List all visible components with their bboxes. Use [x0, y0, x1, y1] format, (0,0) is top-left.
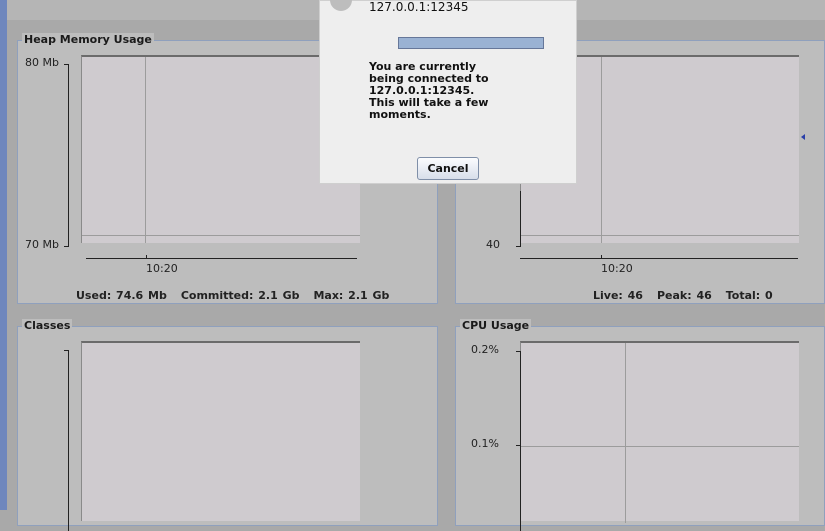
threads-total: Total: 0	[725, 289, 773, 302]
heap-max: Max: 2.1 Gb	[313, 289, 390, 302]
heap-committed: Committed: 2.1 Gb	[180, 289, 300, 302]
cpu-usage-plot	[520, 341, 799, 523]
heap-memory-title: Heap Memory Usage	[22, 33, 154, 47]
heap-x-tick-label: 10:20	[146, 262, 178, 275]
connection-progress-bar	[398, 37, 544, 49]
info-icon	[330, 0, 352, 11]
threads-stats: Live: 46 Peak: 46 Total: 0	[593, 289, 787, 302]
heap-y-label-bottom: 70 Mb	[25, 238, 59, 251]
dialog-address: 127.0.0.1:12345	[369, 0, 469, 14]
threads-y-label-bottom: 40	[486, 238, 500, 251]
threads-peak: Peak: 46	[656, 289, 712, 302]
scroll-marker-icon	[801, 134, 805, 140]
heap-used: Used: 74.6 Mb	[76, 289, 167, 302]
cpu-usage-title: CPU Usage	[460, 319, 532, 333]
connecting-dialog: 127.0.0.1:12345 You are currently being …	[319, 0, 577, 184]
dialog-message: You are currently being connected to 127…	[369, 60, 489, 121]
classes-title: Classes	[22, 319, 73, 333]
heap-y-label-top: 80 Mb	[25, 56, 59, 69]
cpu-y-label-mid: 0.1%	[471, 437, 499, 450]
classes-panel: Classes	[17, 319, 438, 531]
heap-stats: Used: 74.6 Mb Committed: 2.1 Gb Max: 2.1 G…	[76, 289, 403, 302]
threads-x-tick-label: 10:20	[601, 262, 633, 275]
cpu-y-label-top: 0.2%	[471, 343, 499, 356]
cpu-usage-panel: CPU Usage 0.2% 0.1%	[455, 319, 825, 531]
threads-live: Live: 46	[593, 289, 643, 302]
window-left-edge	[0, 0, 7, 510]
classes-plot	[81, 341, 360, 521]
cancel-button[interactable]: Cancel	[417, 157, 479, 180]
